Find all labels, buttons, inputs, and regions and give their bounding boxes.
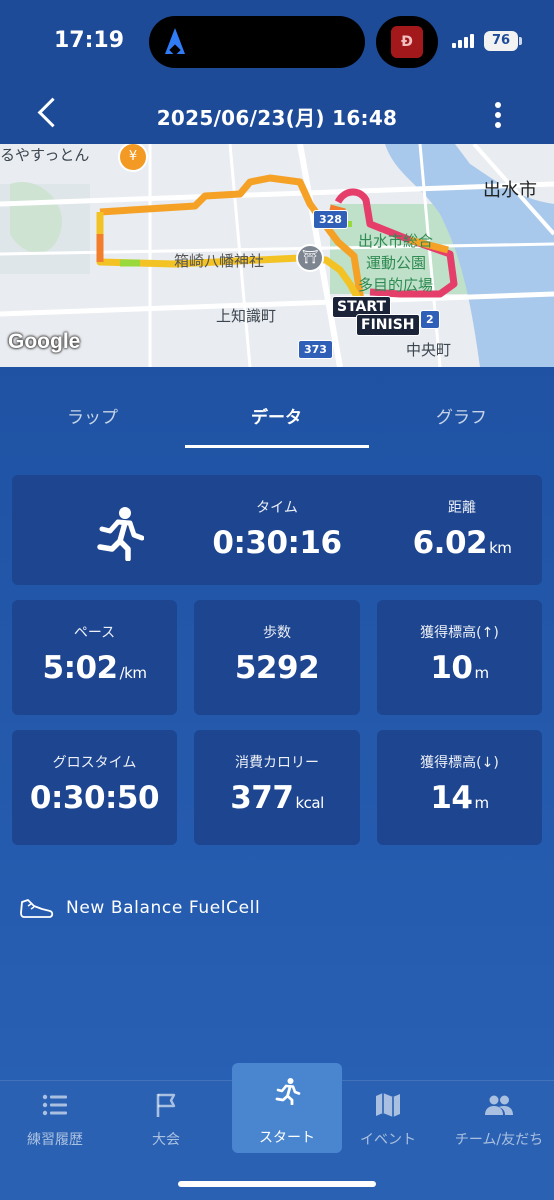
route-badge: 328 (313, 210, 348, 229)
distance-number: 6.02 (412, 525, 488, 561)
nav-team[interactable]: チーム/友だち (444, 1081, 554, 1171)
shoe-icon (20, 899, 54, 918)
elevation-gain-label: 獲得標高(↑) (420, 625, 499, 641)
nav-history-label: 練習履歴 (27, 1132, 83, 1148)
nav-races-label: 大会 (152, 1132, 180, 1148)
map-graphics (0, 144, 554, 367)
calories-label: 消費カロリー (235, 755, 319, 771)
nav-events-label: イベント (360, 1132, 416, 1148)
tab-laps[interactable]: ラップ (67, 403, 118, 428)
pace-label: ペース (73, 625, 116, 641)
time-label: タイム (256, 500, 298, 516)
navigation-arrow-icon (165, 28, 185, 54)
nav-races[interactable]: 大会 (111, 1081, 221, 1171)
elevation-gain-card: 獲得標高(↑) 10 m (377, 600, 542, 715)
map-label-town: 上知識町 (216, 307, 277, 325)
pace-card: ペース 5:02/km (12, 600, 177, 715)
map-label-park: 運動公園 (366, 254, 427, 272)
tab-data[interactable]: データ (251, 403, 302, 428)
route-badge: 2 (420, 310, 440, 329)
calories-card: 消費カロリー 377 kcal (194, 730, 360, 845)
elevation-loss-number: 14 (430, 780, 473, 816)
distance-value: 6.02 km (392, 525, 532, 561)
steps-card: 歩数 5292 (194, 600, 360, 715)
map-label-town: 中央町 (406, 341, 452, 359)
more-vertical-icon[interactable] (484, 98, 512, 132)
signal-icon (452, 34, 478, 48)
time-value: 0:30:16 (212, 525, 342, 561)
elevation-gain-value: 10 m (377, 650, 542, 686)
tab-bar: ラップ データ グラフ (0, 367, 554, 449)
tab-graph[interactable]: グラフ (436, 403, 487, 428)
calories-number: 377 (230, 780, 294, 816)
runner-icon (275, 1078, 301, 1105)
distance-unit: km (489, 539, 512, 557)
runner-icon (97, 507, 144, 561)
nav-team-label: チーム/友だち (454, 1132, 544, 1148)
pace-number: 5:02 (42, 650, 119, 686)
map-label-city: 出水市 (483, 180, 537, 201)
distance-label: 距離 (448, 500, 476, 516)
status-bar: 17:19 Ð 76 (0, 0, 554, 86)
map-icon (376, 1093, 400, 1117)
shoe-name: New Balance FuelCell (66, 898, 261, 918)
status-time: 17:19 (54, 28, 125, 53)
steps-value: 5292 (234, 650, 320, 686)
summary-card: タイム 0:30:16 距離 6.02 km (12, 475, 542, 585)
shrine-pin-icon[interactable]: ⛩ (296, 244, 324, 272)
nav-events[interactable]: イベント (333, 1081, 443, 1171)
elevation-loss-card: 獲得標高(↓) 14 m (377, 730, 542, 845)
map-label-park: 多目的広場 (358, 276, 434, 294)
nav-start[interactable]: スタート (232, 1063, 342, 1153)
map-label: るやすっとん (0, 146, 90, 164)
list-icon (42, 1094, 67, 1116)
gross-time-label: グロスタイム (52, 755, 137, 771)
pace-value: 5:02/km (12, 650, 177, 686)
steps-label: 歩数 (263, 625, 291, 641)
time-stat: タイム 0:30:16 (197, 475, 357, 585)
gross-time-card: グロスタイム 0:30:50 (12, 730, 177, 845)
flag-icon (156, 1093, 176, 1117)
app-badge-icon: Ð (391, 26, 423, 58)
page-title: 2025/06/23(月) 16:48 (156, 106, 398, 130)
home-indicator (178, 1181, 376, 1187)
nav-history[interactable]: 練習履歴 (0, 1081, 110, 1171)
dynamic-island[interactable] (149, 16, 365, 68)
elevation-gain-unit: m (474, 664, 490, 682)
tab-active-indicator (185, 445, 369, 448)
map-label-shrine: 箱崎八幡神社 (174, 252, 265, 270)
elevation-loss-unit: m (474, 794, 490, 812)
google-logo: Google (8, 330, 81, 353)
elevation-gain-number: 10 (430, 650, 473, 686)
battery-icon: 76 (484, 31, 518, 51)
finish-marker: FINISH (356, 314, 420, 336)
calories-value: 377 kcal (194, 780, 360, 816)
gross-time-value: 0:30:50 (29, 780, 160, 816)
calories-unit: kcal (295, 794, 324, 812)
battery-tip (519, 37, 522, 45)
pace-unit: /km (119, 664, 147, 682)
header: 2025/06/23(月) 16:48 (0, 86, 554, 144)
elevation-loss-value: 14 m (377, 780, 542, 816)
route-badge: 373 (298, 340, 333, 359)
route-map[interactable]: ¥ るやすっとん 出水市 出水市総合 運動公園 多目的広場 箱崎八幡神社 ⛩ 上… (0, 144, 554, 367)
people-icon (485, 1095, 513, 1115)
map-label-park: 出水市総合 (358, 232, 434, 250)
elevation-loss-label: 獲得標高(↓) (420, 755, 499, 771)
nav-start-label: スタート (259, 1130, 315, 1146)
dynamic-island-app[interactable]: Ð (376, 16, 438, 68)
distance-stat: 距離 6.02 km (392, 475, 532, 585)
